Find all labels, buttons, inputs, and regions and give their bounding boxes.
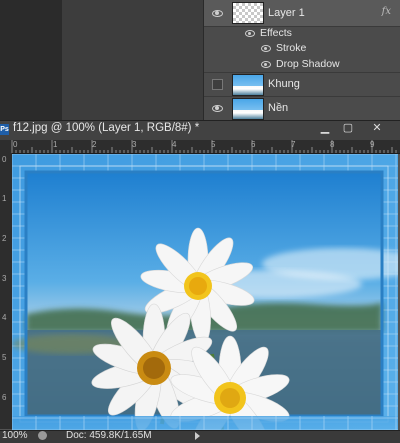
ruler-label: 3 xyxy=(2,274,7,283)
ruler-label: 1 xyxy=(53,140,58,149)
ruler-label: 3 xyxy=(132,140,137,149)
ruler-label: 2 xyxy=(92,140,97,149)
ruler-label: 5 xyxy=(2,353,7,362)
ruler-label: 9 xyxy=(370,140,375,149)
layer-row-layer-1[interactable]: Layer 1 fx xyxy=(204,0,400,27)
ruler-label: 0 xyxy=(2,155,7,164)
document-title[interactable]: f12.jpg @ 100% (Layer 1, RGB/8#) * xyxy=(13,122,199,134)
visibility-eye-icon[interactable] xyxy=(210,104,224,112)
ruler-horizontal[interactable]: 0 1 2 3 4 5 6 7 8 9 xyxy=(0,140,400,154)
status-bar xyxy=(0,430,400,443)
ruler-label: 8 xyxy=(330,140,335,149)
effect-drop-shadow-label: Drop Shadow xyxy=(276,58,340,70)
layer-thumbnail xyxy=(232,74,264,96)
layer-thumbnail xyxy=(232,98,264,120)
effects-label: Effects xyxy=(260,27,292,39)
layer-name: Nền xyxy=(268,102,289,114)
layer-name: Khung xyxy=(268,78,300,90)
ruler-label: 0 xyxy=(13,140,18,149)
document-canvas[interactable] xyxy=(12,154,398,430)
fx-icon[interactable]: fx xyxy=(382,6,391,17)
photoshop-icon: Ps xyxy=(0,124,9,135)
stroke-eye-icon[interactable] xyxy=(260,45,272,52)
restore-button[interactable]: ▢ xyxy=(339,122,357,135)
ruler-label: 6 xyxy=(2,393,7,402)
layer-thumbnail xyxy=(232,2,264,24)
workspace-background xyxy=(0,0,62,120)
ruler-label: 4 xyxy=(2,313,7,322)
visibility-eye-icon[interactable] xyxy=(210,9,224,17)
ruler-label: 1 xyxy=(2,194,7,203)
photo-artwork xyxy=(12,154,398,430)
status-menu-arrow-icon[interactable] xyxy=(195,432,200,440)
effects-row[interactable]: Effects xyxy=(204,26,400,41)
ruler-label: 4 xyxy=(172,140,177,149)
zoom-level[interactable]: 100% xyxy=(2,430,28,441)
close-button[interactable]: ✕ xyxy=(368,122,386,135)
effect-drop-shadow-row[interactable]: Drop Shadow xyxy=(204,56,400,73)
effect-stroke-label: Stroke xyxy=(276,42,307,54)
minimize-button[interactable]: ▁ xyxy=(316,122,334,135)
layers-panel: Layer 1 fx Effects Stroke Drop Shadow Kh… xyxy=(203,0,400,120)
effect-stroke-row[interactable]: Stroke xyxy=(204,41,400,56)
layer-row-nen[interactable]: Nền xyxy=(204,96,400,120)
ruler-label: 7 xyxy=(291,140,296,149)
effects-eye-icon[interactable] xyxy=(244,30,256,37)
ruler-label: 6 xyxy=(251,140,256,149)
ruler-label: 2 xyxy=(2,234,7,243)
panel-dock-background xyxy=(62,0,203,120)
status-info-icon[interactable] xyxy=(38,431,47,440)
drop-shadow-eye-icon[interactable] xyxy=(260,61,272,68)
layer-row-khung[interactable]: Khung xyxy=(204,72,400,97)
visibility-toggle-off[interactable] xyxy=(212,79,223,90)
document-size-info: Doc: 459.8K/1.65M xyxy=(66,430,152,441)
ruler-ticks xyxy=(11,140,397,153)
layer-name: Layer 1 xyxy=(268,7,305,19)
ruler-label: 5 xyxy=(211,140,216,149)
